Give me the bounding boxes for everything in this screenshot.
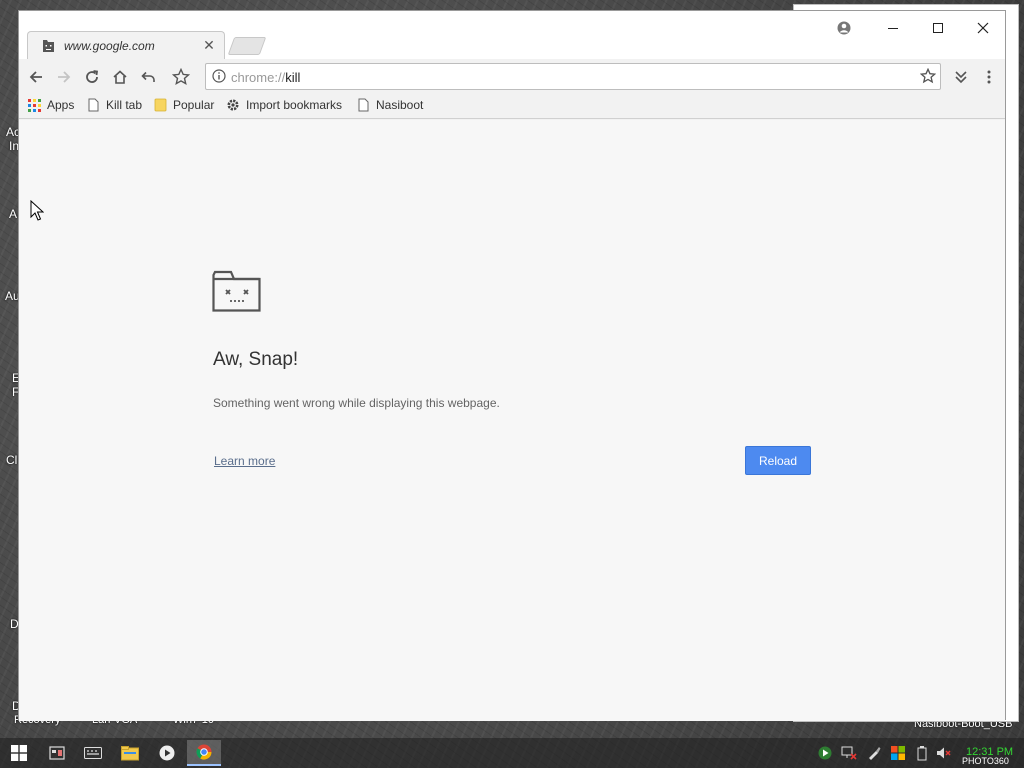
tab-title: www.google.com (64, 39, 155, 53)
windows-tray-icon[interactable] (890, 745, 906, 761)
bookmark-label: Kill tab (106, 98, 143, 112)
close-window-icon[interactable] (968, 17, 998, 39)
battery-icon[interactable] (914, 745, 930, 761)
address-bar[interactable]: chrome://kill (205, 63, 941, 90)
address-url[interactable]: chrome://kill (231, 70, 300, 85)
desktop-edge-letter: Cl (6, 453, 18, 467)
bookmark-star-icon[interactable] (170, 66, 192, 88)
bookmark-label: Popular (173, 98, 215, 112)
error-title: Aw, Snap! (213, 349, 299, 370)
reload-icon[interactable] (81, 66, 103, 88)
mouse-cursor-icon (30, 199, 45, 227)
menu-kebab-icon[interactable] (978, 66, 1000, 88)
volume-muted-icon[interactable] (936, 745, 952, 761)
forward-arrow-icon[interactable] (53, 66, 75, 88)
bookmark-import-bookmarks[interactable]: Import bookmarks (226, 98, 342, 112)
taskbar-app-icon[interactable] (40, 740, 74, 766)
info-icon[interactable] (212, 69, 226, 88)
bookmark-apps[interactable]: Apps (27, 98, 74, 112)
desktop-edge-letter: A (9, 207, 18, 221)
folder-icon (153, 98, 167, 112)
undo-icon[interactable] (137, 66, 159, 88)
watermark: PHOTO360 (962, 756, 1009, 766)
reload-button[interactable]: Reload (745, 446, 811, 475)
home-icon[interactable] (109, 66, 131, 88)
browser-toolbar: chrome://kill (19, 59, 1005, 93)
page-content: Aw, Snap! Something went wrong while dis… (19, 120, 1005, 721)
keyboard-icon[interactable] (76, 740, 110, 766)
bookmark-label: Nasiboot (376, 98, 424, 112)
bookmark-page-star-icon[interactable] (919, 67, 937, 89)
network-disconnected-icon[interactable] (841, 745, 857, 761)
minimize-icon[interactable] (878, 17, 908, 39)
close-tab-icon[interactable]: ✕ (202, 38, 216, 52)
file-explorer-icon[interactable] (113, 740, 147, 766)
bookmark-label: Apps (47, 98, 75, 112)
page-icon (86, 98, 100, 112)
bookmarks-bar: Apps Kill tab Popular Import bookmarks N… (19, 93, 1005, 119)
media-player-icon[interactable] (150, 740, 184, 766)
bookmark-popular[interactable]: Popular (153, 98, 214, 112)
new-tab-button[interactable] (227, 37, 267, 55)
bookmark-nasiboot[interactable]: Nasiboot (356, 98, 423, 112)
page-icon (356, 98, 370, 112)
apps-grid-icon (27, 98, 41, 112)
extensions-chevron-icon[interactable] (950, 66, 972, 88)
profile-icon[interactable] (829, 17, 859, 39)
learn-more-link[interactable]: Learn more (214, 454, 275, 468)
start-windows-icon[interactable] (2, 740, 36, 766)
url-host: kill (285, 70, 301, 85)
sad-folder-icon (212, 270, 262, 317)
error-message: Something went wrong while displaying th… (213, 396, 500, 410)
gear-icon (226, 98, 240, 112)
browser-window: www.google.com ✕ chrome://kill Apps Kill… (18, 10, 1006, 721)
play-tray-icon[interactable] (817, 745, 833, 761)
browser-tab[interactable]: www.google.com ✕ (27, 31, 225, 59)
chrome-taskbar-icon[interactable] (187, 740, 221, 766)
back-arrow-icon[interactable] (25, 66, 47, 88)
bookmark-kill-tab[interactable]: Kill tab (86, 98, 142, 112)
url-scheme: chrome:// (231, 70, 286, 85)
title-bar: www.google.com ✕ (19, 11, 1005, 59)
bookmark-label: Import bookmarks (246, 98, 343, 112)
brush-tray-icon[interactable] (866, 745, 882, 761)
taskbar (0, 738, 1024, 768)
maximize-icon[interactable] (923, 17, 953, 39)
sad-tab-favicon-icon (42, 39, 55, 53)
